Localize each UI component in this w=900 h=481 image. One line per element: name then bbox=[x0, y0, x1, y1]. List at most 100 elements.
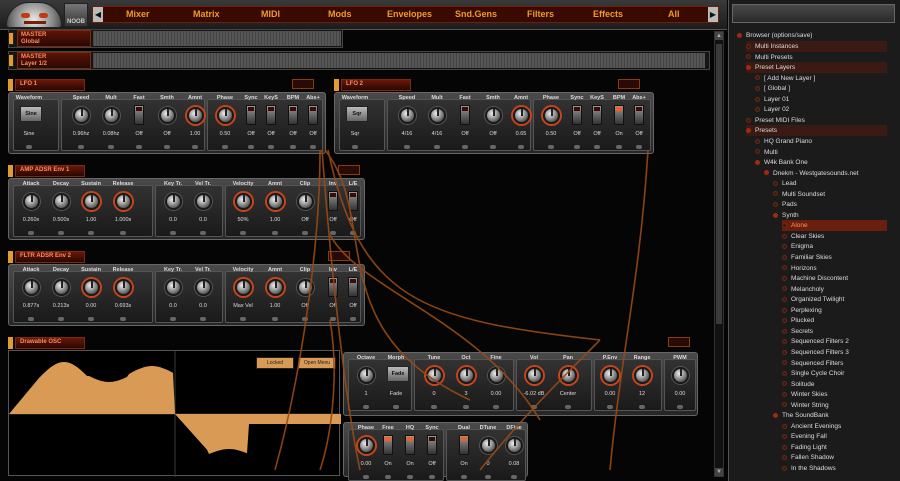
control-attack[interactable]: Attack 0.260s bbox=[17, 179, 45, 235]
mod-jack-icon[interactable] bbox=[330, 317, 336, 321]
mod-jack-icon[interactable] bbox=[463, 405, 469, 409]
control-clip[interactable]: Clip Off bbox=[291, 265, 319, 321]
browser-tree-item[interactable]: Pads bbox=[773, 199, 887, 210]
control-waveform[interactable]: Waveform Sqr Sqr bbox=[341, 93, 369, 149]
control-decay[interactable]: Decay 0.500s bbox=[47, 179, 75, 235]
open-menu-button[interactable]: Open Menu bbox=[298, 357, 336, 369]
mod-jack-icon[interactable] bbox=[310, 145, 316, 149]
browser-tree-item[interactable]: The SoundBank bbox=[773, 410, 887, 421]
mod-jack-icon[interactable] bbox=[164, 145, 170, 149]
noob-logo-icon[interactable]: NOOB bbox=[64, 3, 88, 27]
knob[interactable] bbox=[165, 193, 182, 210]
toggle-switch[interactable] bbox=[460, 105, 470, 125]
knob[interactable] bbox=[358, 367, 375, 384]
toggle-switch[interactable] bbox=[288, 105, 298, 125]
browser-tree-item[interactable]: Ancient Evenings bbox=[782, 421, 887, 432]
browser-tree-item[interactable]: Multi Soundset bbox=[773, 189, 887, 200]
waveform-select-button[interactable]: Sine bbox=[20, 106, 42, 122]
tab-midi[interactable]: MIDI bbox=[261, 9, 280, 19]
tab-mods[interactable]: Mods bbox=[328, 9, 352, 19]
browser-tree-item[interactable]: W4k Bank One bbox=[755, 157, 887, 168]
control-pwm[interactable]: PWM 0.00 bbox=[666, 353, 694, 409]
control-release[interactable]: Release 0.693s bbox=[109, 265, 137, 321]
mod-jack-icon[interactable] bbox=[78, 145, 84, 149]
control-clip[interactable]: Clip Off bbox=[291, 179, 319, 235]
control-vol[interactable]: Vol -6.02 dB bbox=[520, 353, 548, 409]
control-smth[interactable]: Smth Off bbox=[153, 93, 181, 149]
lfo1-toggle[interactable] bbox=[8, 79, 13, 91]
lfo2-toggle[interactable] bbox=[334, 79, 339, 91]
toggle-switch[interactable] bbox=[614, 105, 624, 125]
fltr-env-toggle[interactable] bbox=[8, 251, 13, 263]
mod-jack-icon[interactable] bbox=[350, 317, 356, 321]
browser-tree-item[interactable]: Solitude bbox=[782, 379, 887, 390]
browser-tree-item[interactable]: Clear Skies bbox=[782, 231, 887, 242]
browser-tree-item[interactable]: Sequenced Filters 3 bbox=[782, 347, 887, 358]
toggle-switch[interactable] bbox=[348, 191, 358, 211]
control-mult[interactable]: Mult 0.08hz bbox=[97, 93, 125, 149]
knob[interactable] bbox=[488, 367, 505, 384]
mod-jack-icon[interactable] bbox=[330, 231, 336, 235]
knob[interactable] bbox=[23, 193, 40, 210]
amp-env-menu-button[interactable] bbox=[338, 165, 360, 175]
toggle-switch[interactable] bbox=[266, 105, 276, 125]
browser-tree-item[interactable]: Layer 02 bbox=[755, 104, 887, 115]
lfo1-menu-button[interactable] bbox=[292, 79, 314, 89]
mod-jack-icon[interactable] bbox=[302, 231, 308, 235]
mod-jack-icon[interactable] bbox=[531, 405, 537, 409]
mod-jack-icon[interactable] bbox=[511, 475, 517, 479]
knob[interactable] bbox=[560, 367, 577, 384]
mod-jack-icon[interactable] bbox=[88, 317, 94, 321]
control-amnt[interactable]: Amnt 0.65 bbox=[507, 93, 535, 149]
mod-jack-icon[interactable] bbox=[240, 317, 246, 321]
mod-jack-icon[interactable] bbox=[565, 405, 571, 409]
mod-jack-icon[interactable] bbox=[136, 145, 142, 149]
control-morph[interactable]: Morph Fade Fade bbox=[382, 353, 410, 409]
knob[interactable] bbox=[543, 107, 560, 124]
control-oct[interactable]: Oct 3 bbox=[452, 353, 480, 409]
mod-jack-icon[interactable] bbox=[431, 405, 437, 409]
control-amnt[interactable]: Amnt 1.00 bbox=[261, 179, 289, 235]
knob[interactable] bbox=[195, 279, 212, 296]
browser-tree-item[interactable]: Familiar Skies bbox=[782, 252, 887, 263]
browser-tree-item[interactable]: Perplexing bbox=[782, 305, 887, 316]
tab-envelopes[interactable]: Envelopes bbox=[387, 9, 432, 19]
control-phase[interactable]: Phase 0.50 bbox=[211, 93, 239, 149]
selected-preset-item[interactable]: Alone bbox=[782, 220, 887, 232]
knob[interactable] bbox=[23, 279, 40, 296]
tab-mixer[interactable]: Mixer bbox=[126, 9, 150, 19]
mod-jack-icon[interactable] bbox=[222, 145, 228, 149]
knob[interactable] bbox=[235, 279, 252, 296]
control-octave[interactable]: Octave 1 bbox=[352, 353, 380, 409]
browser-tree-item[interactable]: Horizons bbox=[782, 263, 887, 274]
toggle-switch[interactable] bbox=[308, 105, 318, 125]
knob[interactable] bbox=[159, 107, 176, 124]
control-release[interactable]: Release 1.000s bbox=[109, 179, 137, 235]
wusik-logo-icon[interactable] bbox=[6, 2, 62, 28]
browser-tree-item[interactable]: Plucked bbox=[782, 315, 887, 326]
control-mult[interactable]: Mult 4/16 bbox=[423, 93, 451, 149]
knob[interactable] bbox=[672, 367, 689, 384]
mod-jack-icon[interactable] bbox=[268, 145, 274, 149]
control-velocity[interactable]: Velocity Max Vel bbox=[229, 265, 257, 321]
toggle-switch[interactable] bbox=[592, 105, 602, 125]
master-layer-toggle[interactable] bbox=[8, 54, 14, 67]
waveform-select-button[interactable]: Fade bbox=[387, 366, 409, 382]
knob[interactable] bbox=[115, 193, 132, 210]
control-fast[interactable]: Fast Off bbox=[451, 93, 479, 149]
control-waveform[interactable]: Waveform Sine Sine bbox=[15, 93, 43, 149]
tab-all[interactable]: All bbox=[668, 9, 680, 19]
knob[interactable] bbox=[53, 279, 70, 296]
mod-jack-icon[interactable] bbox=[200, 231, 206, 235]
browser-tree-item[interactable]: Multi bbox=[755, 147, 887, 158]
control-l-e[interactable]: L/E Off bbox=[339, 179, 367, 235]
tab-filters[interactable]: Filters bbox=[527, 9, 554, 19]
mod-jack-icon[interactable] bbox=[385, 475, 391, 479]
mod-jack-icon[interactable] bbox=[518, 145, 524, 149]
toggle-switch[interactable] bbox=[572, 105, 582, 125]
mod-jack-icon[interactable] bbox=[58, 231, 64, 235]
mod-jack-icon[interactable] bbox=[461, 475, 467, 479]
mod-jack-icon[interactable] bbox=[434, 145, 440, 149]
browser-tree-item[interactable]: Dnekm - Westgatesounds.net bbox=[764, 168, 887, 179]
control-speed[interactable]: Speed 0.96hz bbox=[67, 93, 95, 149]
